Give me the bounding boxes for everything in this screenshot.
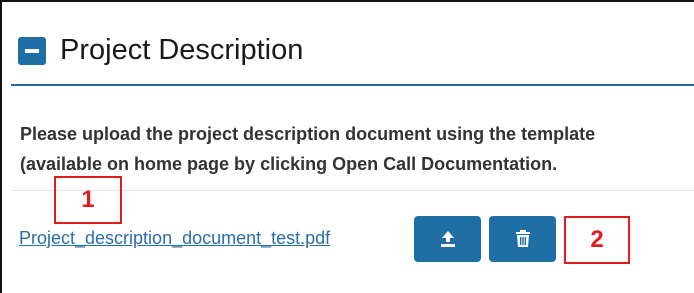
- section-title: Project Description: [60, 34, 304, 66]
- section-header: Project Description: [18, 34, 303, 67]
- annotation-label-2: 2: [590, 226, 604, 253]
- annotation-box-2: 2: [564, 216, 630, 264]
- panel-frame: Project Description Please upload the pr…: [0, 0, 694, 293]
- uploaded-file-link[interactable]: Project_description_document_test.pdf: [19, 228, 330, 249]
- instructions-line-1: Please upload the project description do…: [20, 124, 596, 144]
- annotation-label-1: 1: [81, 186, 95, 213]
- annotation-box-1: 1: [54, 176, 122, 224]
- delete-button[interactable]: [489, 216, 556, 262]
- trash-icon: [515, 230, 530, 247]
- upload-instructions: Please upload the project description do…: [20, 119, 694, 179]
- upload-icon: [440, 231, 455, 247]
- header-divider: [11, 84, 694, 86]
- minus-icon: [25, 48, 39, 53]
- upload-button[interactable]: [414, 216, 481, 262]
- instructions-line-2: (available on home page by clicking Open…: [20, 154, 558, 174]
- collapse-toggle-button[interactable]: [18, 36, 46, 65]
